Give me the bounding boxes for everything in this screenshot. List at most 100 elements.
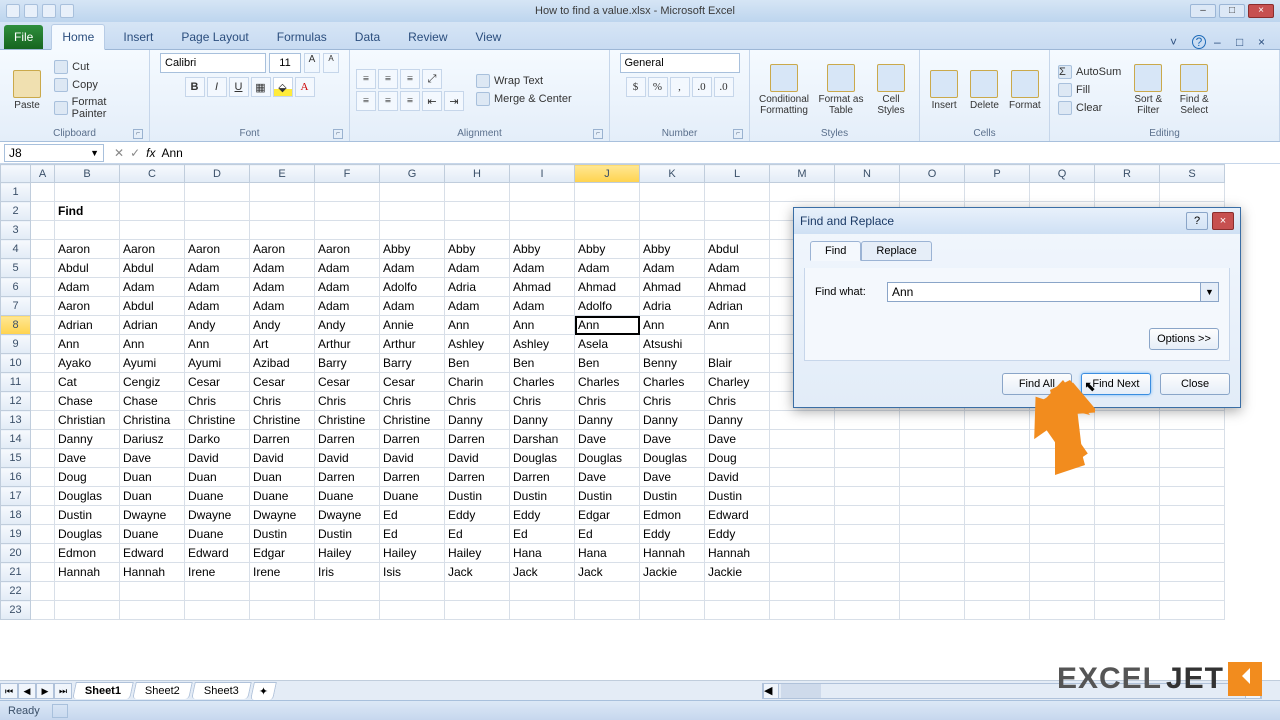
cell[interactable]: Charles <box>640 373 705 392</box>
cell[interactable]: Adam <box>185 297 250 316</box>
cell[interactable] <box>1030 430 1095 449</box>
cell[interactable]: Eddy <box>445 506 510 525</box>
cell[interactable]: Duan <box>185 468 250 487</box>
cell[interactable]: Adam <box>185 278 250 297</box>
cell[interactable]: David <box>185 449 250 468</box>
copy-button[interactable]: Copy <box>52 77 143 93</box>
cell[interactable] <box>770 183 835 202</box>
cell[interactable] <box>900 525 965 544</box>
cell[interactable]: Dave <box>575 468 640 487</box>
cell[interactable]: Chris <box>315 392 380 411</box>
cell[interactable] <box>900 411 965 430</box>
sheet-nav-last[interactable]: ⏭ <box>54 683 72 699</box>
cell[interactable]: David <box>445 449 510 468</box>
cell[interactable]: Dustin <box>640 487 705 506</box>
cell[interactable]: Ed <box>575 525 640 544</box>
cell[interactable] <box>31 240 55 259</box>
cell[interactable] <box>965 506 1030 525</box>
cell[interactable]: Ahmad <box>510 278 575 297</box>
cell[interactable]: Dariusz <box>120 430 185 449</box>
cell[interactable]: Dustin <box>315 525 380 544</box>
cell[interactable] <box>250 582 315 601</box>
cell[interactable]: Ann <box>185 335 250 354</box>
cell[interactable] <box>640 582 705 601</box>
row-header[interactable]: 14 <box>1 430 31 449</box>
merge-center-button[interactable]: Merge & Center <box>474 91 574 107</box>
find-all-button[interactable]: Find All <box>1002 373 1072 395</box>
cell[interactable]: Chris <box>185 392 250 411</box>
cell[interactable]: Dustin <box>250 525 315 544</box>
cell[interactable] <box>965 430 1030 449</box>
column-header[interactable]: H <box>445 165 510 183</box>
cell[interactable] <box>120 183 185 202</box>
cell[interactable]: Andy <box>250 316 315 335</box>
sheet-nav-first[interactable]: ⏮ <box>0 683 18 699</box>
cell[interactable] <box>900 449 965 468</box>
cell[interactable] <box>31 544 55 563</box>
cell[interactable]: Dave <box>640 430 705 449</box>
cell[interactable] <box>1160 544 1225 563</box>
cell[interactable] <box>705 183 770 202</box>
format-cells-button[interactable]: Format <box>1007 70 1043 111</box>
cell[interactable]: Edward <box>120 544 185 563</box>
cell[interactable] <box>640 601 705 620</box>
scroll-thumb[interactable] <box>781 684 821 698</box>
cell[interactable] <box>31 563 55 582</box>
cell[interactable] <box>380 221 445 240</box>
cell[interactable] <box>31 202 55 221</box>
cell[interactable] <box>965 449 1030 468</box>
cell[interactable]: David <box>250 449 315 468</box>
row-header[interactable]: 19 <box>1 525 31 544</box>
cell[interactable] <box>705 582 770 601</box>
cell[interactable] <box>640 221 705 240</box>
cell[interactable]: Chris <box>575 392 640 411</box>
cell[interactable]: Jack <box>445 563 510 582</box>
cell[interactable]: Adam <box>575 259 640 278</box>
cell[interactable]: Abdul <box>705 240 770 259</box>
cell[interactable] <box>315 202 380 221</box>
cell[interactable] <box>185 582 250 601</box>
tab-page-layout[interactable]: Page Layout <box>171 25 258 49</box>
cell[interactable]: Darren <box>250 430 315 449</box>
cell[interactable]: Ann <box>120 335 185 354</box>
dialog-close-btn[interactable]: Close <box>1160 373 1230 395</box>
cell[interactable]: Ed <box>380 506 445 525</box>
close-button[interactable]: × <box>1248 4 1274 18</box>
minimize-ribbon-icon[interactable]: ˅ <box>1170 35 1184 49</box>
cell[interactable] <box>640 183 705 202</box>
tab-formulas[interactable]: Formulas <box>267 25 337 49</box>
cell[interactable]: Asela <box>575 335 640 354</box>
cell[interactable]: Ann <box>640 316 705 335</box>
dialog-titlebar[interactable]: Find and Replace ? × <box>794 208 1240 234</box>
cell[interactable] <box>640 202 705 221</box>
cell[interactable] <box>965 544 1030 563</box>
cell[interactable] <box>185 183 250 202</box>
cell[interactable]: Chris <box>445 392 510 411</box>
cell[interactable] <box>31 373 55 392</box>
cell[interactable]: Dwayne <box>250 506 315 525</box>
file-tab[interactable]: File <box>4 25 43 49</box>
cell[interactable] <box>770 582 835 601</box>
cell[interactable]: Christine <box>380 411 445 430</box>
cell[interactable]: Danny <box>705 411 770 430</box>
column-header[interactable]: K <box>640 165 705 183</box>
cell[interactable] <box>1160 487 1225 506</box>
cell[interactable]: David <box>315 449 380 468</box>
cell[interactable]: Adam <box>55 278 120 297</box>
tab-review[interactable]: Review <box>398 25 457 49</box>
cut-button[interactable]: Cut <box>52 59 143 75</box>
enter-icon[interactable]: ✓ <box>130 146 140 160</box>
cell[interactable] <box>900 183 965 202</box>
cell[interactable]: Adam <box>445 259 510 278</box>
cell[interactable] <box>705 335 770 354</box>
cell[interactable] <box>510 221 575 240</box>
fx-icon[interactable]: fx <box>146 146 155 160</box>
cell[interactable] <box>965 183 1030 202</box>
cell[interactable]: Douglas <box>575 449 640 468</box>
shrink-font-button[interactable]: A <box>323 53 339 73</box>
tab-home[interactable]: Home <box>51 24 105 50</box>
cell[interactable]: Adam <box>640 259 705 278</box>
cell[interactable]: Danny <box>575 411 640 430</box>
macro-record-icon[interactable] <box>52 704 68 718</box>
cell[interactable] <box>705 601 770 620</box>
